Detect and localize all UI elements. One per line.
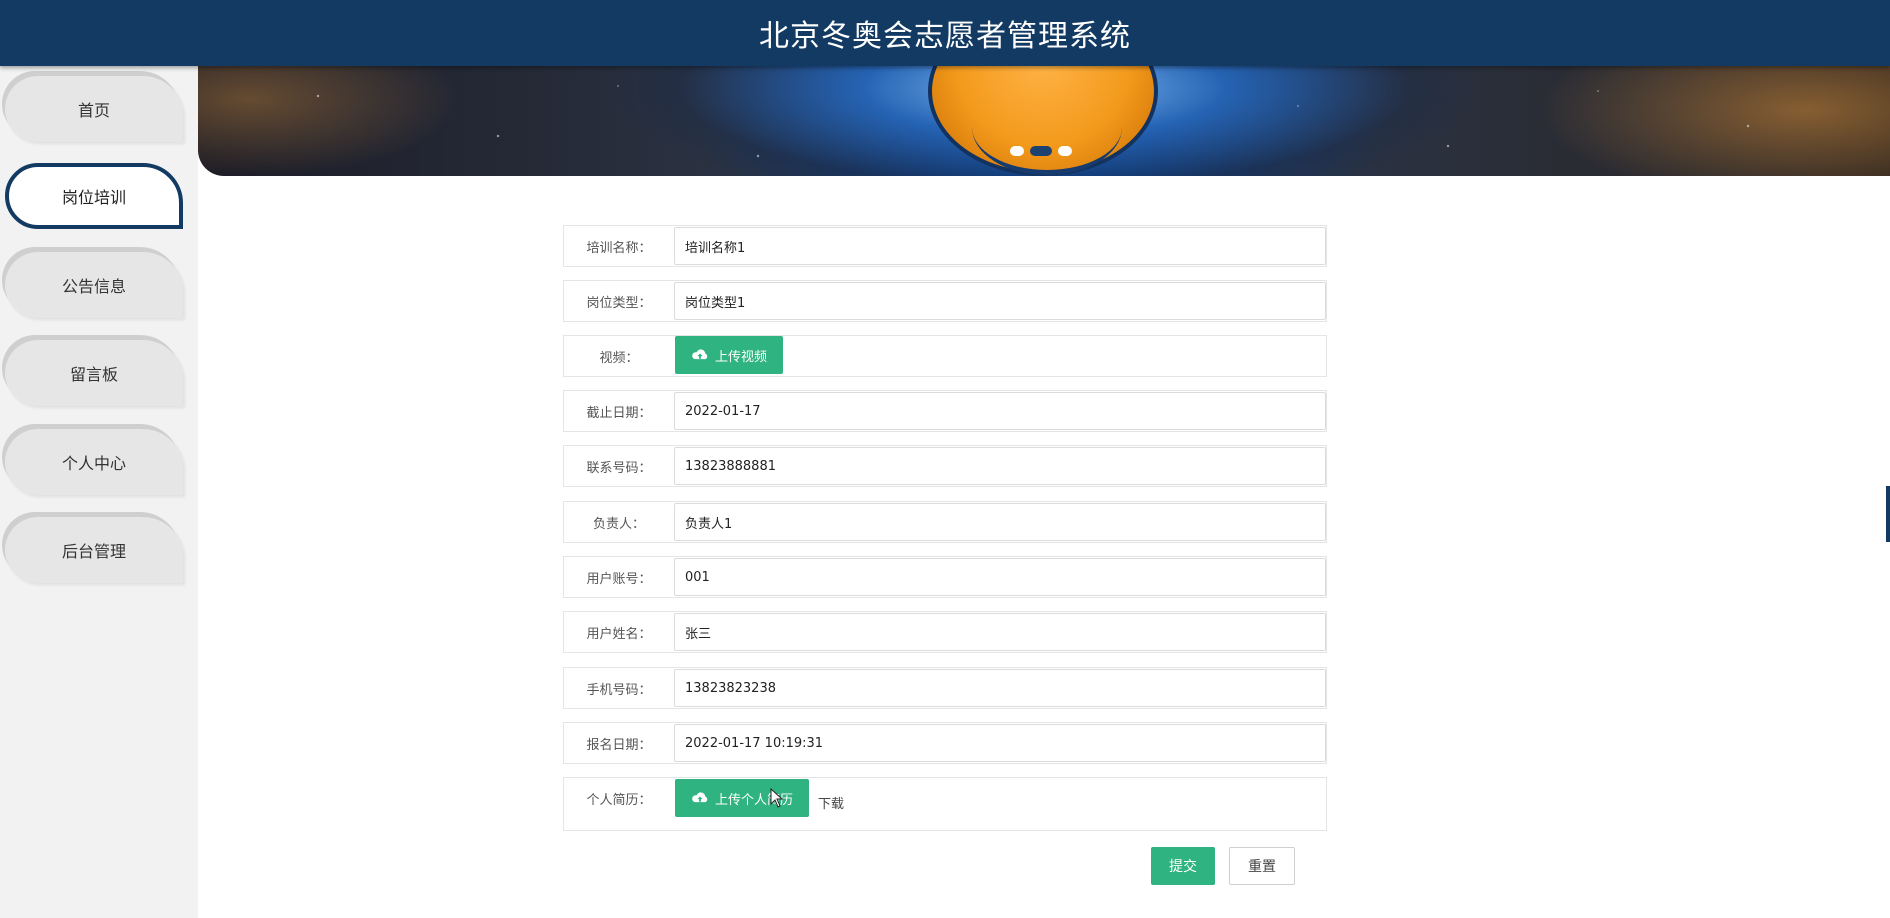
- username-input[interactable]: 张三: [674, 613, 1326, 651]
- username-label: 用户姓名：: [586, 626, 652, 642]
- form-row-video: 视频： 上传视频: [563, 335, 1327, 377]
- deadline-label: 截止日期：: [586, 405, 652, 421]
- form-row-mobile: 手机号码： 13823823238: [563, 667, 1327, 709]
- mouse-cursor-icon: [770, 788, 784, 808]
- submit-button[interactable]: 提交: [1151, 847, 1215, 885]
- cloud-upload-icon: [692, 349, 708, 360]
- upload-resume-button[interactable]: 上传个人简历: [675, 779, 810, 817]
- sidebar-item-announcements[interactable]: 公告信息: [5, 252, 183, 318]
- sidebar-item-label: 后台管理: [61, 542, 126, 561]
- scroll-edge-indicator: [1886, 486, 1890, 542]
- training-name-label: 培训名称：: [586, 240, 652, 256]
- cloud-upload-icon: [692, 792, 708, 803]
- app-header: 北京冬奥会志愿者管理系统: [0, 0, 1890, 66]
- sidebar-item-personal-center[interactable]: 个人中心: [5, 429, 183, 495]
- mobile-label: 手机号码：: [586, 682, 652, 698]
- sidebar-item-label: 岗位培训: [61, 188, 126, 207]
- download-resume-link[interactable]: 下载: [818, 793, 844, 812]
- contact-input[interactable]: 13823888881: [674, 447, 1326, 485]
- upload-video-button[interactable]: 上传视频: [675, 336, 784, 374]
- account-label: 用户账号：: [586, 571, 652, 587]
- position-type-label: 岗位类型：: [586, 295, 652, 311]
- video-label: 视频：: [599, 350, 639, 366]
- form-row-signup-date: 报名日期： 2022-01-17 10:19:31: [563, 722, 1327, 764]
- signup-date-input[interactable]: 2022-01-17 10:19:31: [674, 724, 1326, 762]
- sidebar-item-label: 首页: [77, 101, 110, 120]
- form-row-account: 用户账号： 001: [563, 556, 1327, 598]
- sidebar-item-training[interactable]: 岗位培训: [5, 163, 183, 229]
- carousel-dot-active[interactable]: [1030, 146, 1052, 156]
- app-title: 北京冬奥会志愿者管理系统: [759, 19, 1131, 54]
- sidebar-item-admin[interactable]: 后台管理: [5, 517, 183, 583]
- carousel-dot[interactable]: [1010, 146, 1024, 156]
- manager-label: 负责人：: [592, 516, 645, 532]
- resume-label: 个人简历：: [586, 792, 652, 808]
- deadline-input[interactable]: 2022-01-17: [674, 392, 1326, 430]
- training-name-input[interactable]: 培训名称1: [674, 227, 1326, 265]
- sidebar-item-label: 留言板: [69, 365, 118, 384]
- sidebar-item-label: 公告信息: [61, 277, 126, 296]
- carousel-dots: [1010, 146, 1072, 156]
- sidebar-item-message-board[interactable]: 留言板: [5, 340, 183, 406]
- form-row-position-type: 岗位类型： 岗位类型1: [563, 280, 1327, 322]
- form-row-username: 用户姓名： 张三: [563, 611, 1327, 653]
- form-row-contact: 联系号码： 13823888881: [563, 445, 1327, 487]
- account-input[interactable]: 001: [674, 558, 1326, 596]
- mobile-input[interactable]: 13823823238: [674, 669, 1326, 707]
- form-row-manager: 负责人： 负责人1: [563, 501, 1327, 543]
- form-row-resume: 个人简历： 上传个人简历 下载: [563, 777, 1327, 831]
- form-row-deadline: 截止日期： 2022-01-17: [563, 390, 1327, 432]
- upload-video-label: 上传视频: [715, 349, 768, 365]
- sidebar: 首页 岗位培训 公告信息 留言板 个人中心 后台管理: [0, 66, 198, 918]
- signup-date-label: 报名日期：: [586, 737, 652, 753]
- manager-input[interactable]: 负责人1: [674, 503, 1326, 541]
- contact-label: 联系号码：: [586, 460, 652, 476]
- sidebar-item-home[interactable]: 首页: [5, 76, 183, 142]
- form-row-training-name: 培训名称： 培训名称1: [563, 225, 1327, 267]
- banner-carousel: [198, 66, 1890, 176]
- reset-button[interactable]: 重置: [1229, 847, 1295, 885]
- carousel-dot[interactable]: [1058, 146, 1072, 156]
- position-type-input[interactable]: 岗位类型1: [674, 282, 1326, 320]
- sidebar-item-label: 个人中心: [61, 454, 126, 473]
